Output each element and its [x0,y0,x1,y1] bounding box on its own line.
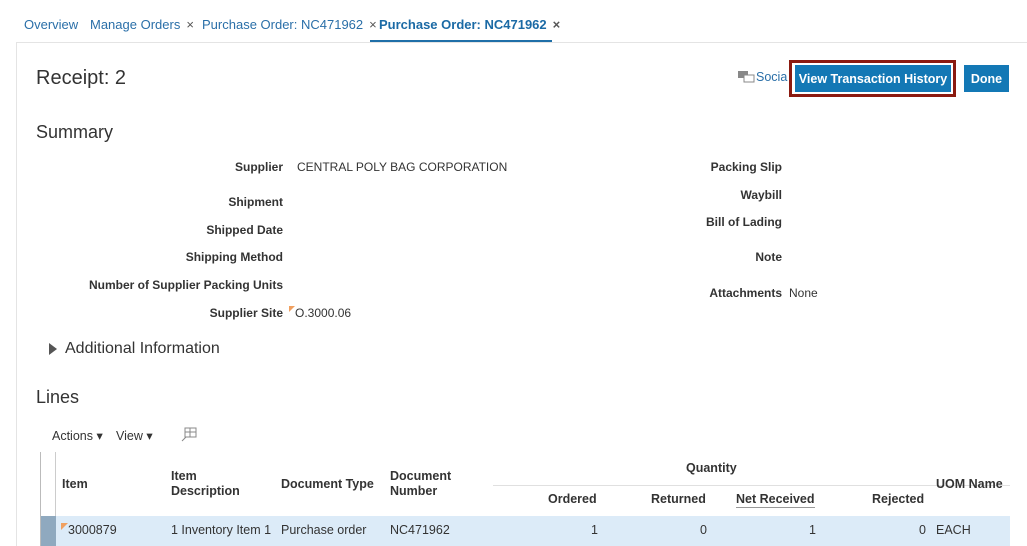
view-transaction-history-button[interactable]: View Transaction History [795,65,951,92]
social-link[interactable]: Socia [738,70,787,84]
tab-label: Purchase Order: NC471962 [202,17,364,32]
column-header-net-received[interactable]: Net Received [736,492,815,508]
column-header-returned[interactable]: Returned [651,492,706,507]
detach-table-icon[interactable] [181,427,197,442]
cell-returned: 0 [700,523,707,537]
column-header-item-description[interactable]: Item Description [171,469,240,499]
shipping-method-label: Shipping Method [185,250,283,264]
view-menu[interactable]: View ▾ [116,428,153,443]
column-header-uom-name[interactable]: UOM Name [936,477,1003,492]
packing-slip-label: Packing Slip [710,160,782,174]
lines-title: Lines [36,387,80,407]
cell-uom: EACH [936,523,971,537]
cell-document-type: Purchase order [281,523,367,537]
close-icon[interactable]: × [186,17,194,32]
tab-label: Manage Orders [90,17,181,32]
supplier-site-label: Supplier Site [209,306,283,320]
expand-icon [49,343,57,355]
flag-icon [61,523,68,530]
column-header-ordered[interactable]: Ordered [548,492,597,507]
content-panel [16,42,1027,546]
summary-title: Summary [36,122,114,142]
social-icon [738,71,755,83]
shipment-label: Shipment [228,195,283,209]
cell-document-number: NC471962 [390,523,450,537]
column-header-item[interactable]: Item [62,477,88,492]
column-header-document-type[interactable]: Document Type [281,477,374,492]
supplier-value: CENTRAL POLY BAG CORPORATION [297,160,508,174]
bill-of-lading-label: Bill of Lading [706,215,782,229]
row-selector[interactable] [41,516,56,546]
column-group-quantity: Quantity [686,461,737,475]
row-header-column [41,452,56,516]
shipped-date-label: Shipped Date [206,223,283,237]
attachments-label: Attachments [709,286,782,300]
additional-info-toggle[interactable]: Additional Information [49,340,220,358]
tab-purchase-order-active[interactable]: Purchase Order: NC471962 × [379,17,560,32]
divider [493,485,1010,486]
close-icon[interactable]: × [369,17,377,32]
tab-purchase-order[interactable]: Purchase Order: NC471962 × [202,17,377,32]
cell-description: 1 Inventory Item 1 [171,523,272,537]
cell-ordered: 1 [591,523,598,537]
supplier-label: Supplier [234,160,283,174]
cell-rejected: 0 [919,523,926,537]
attachments-value: None [789,286,818,300]
supplier-site-value: O.3000.06 [289,306,351,320]
packing-units-label: Number of Supplier Packing Units [88,278,283,292]
done-button[interactable]: Done [964,65,1009,92]
tab-label: Overview [24,17,79,32]
page-title: Receipt: 2 [36,67,127,89]
column-header-document-number[interactable]: Document Number [390,469,451,499]
note-label: Note [755,250,782,264]
additional-info-label: Additional Information [65,340,220,357]
column-header-rejected[interactable]: Rejected [872,492,924,507]
cell-net-received: 1 [809,523,816,537]
cell-item[interactable]: 3000879 [61,523,117,537]
tab-manage-orders[interactable]: Manage Orders × [90,17,194,32]
tab-overview[interactable]: Overview [24,17,78,32]
tab-label: Purchase Order: NC471962 [379,17,547,32]
waybill-label: Waybill [740,188,782,202]
social-label: Socia [756,70,788,84]
actions-menu[interactable]: Actions ▾ [52,428,103,443]
close-icon[interactable]: × [553,17,561,32]
